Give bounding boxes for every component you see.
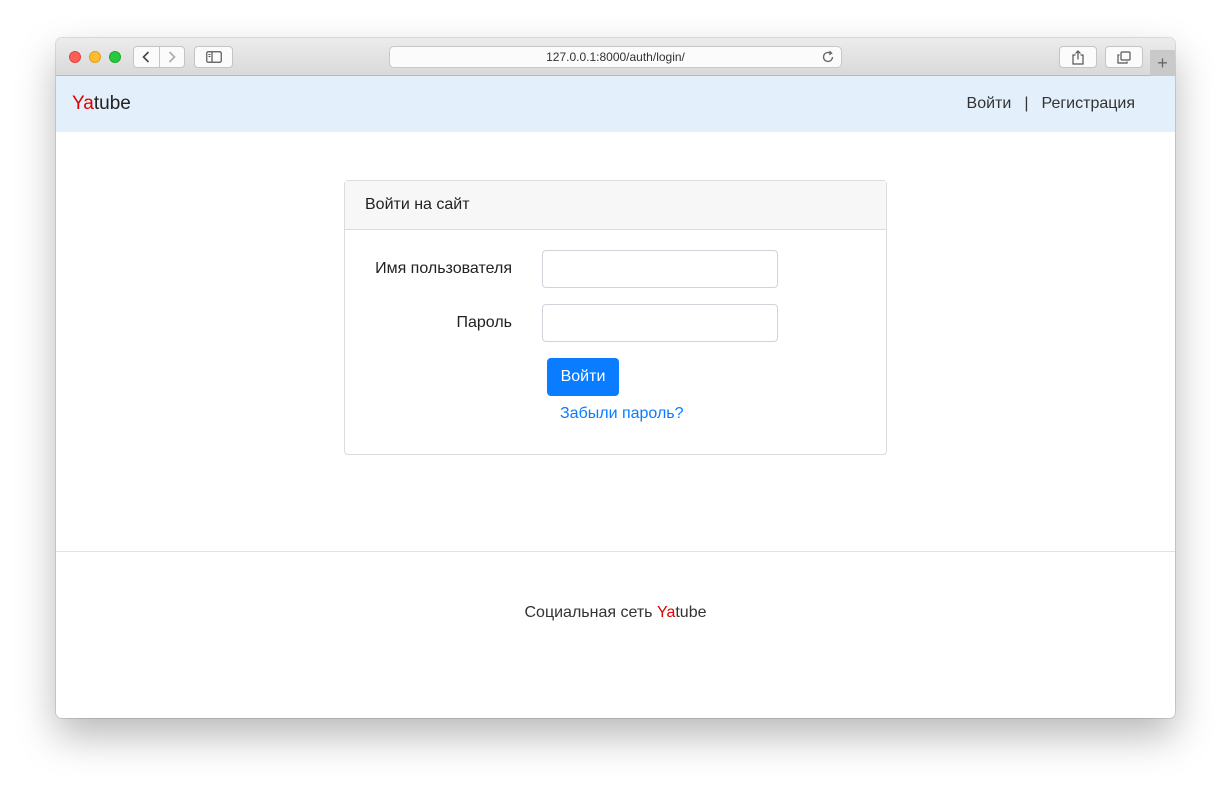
password-input[interactable]	[542, 304, 778, 342]
login-submit-button[interactable]: Войти	[547, 358, 619, 396]
forward-button[interactable]	[158, 47, 185, 67]
password-row: Пароль	[345, 304, 886, 342]
username-label: Имя пользователя	[375, 260, 512, 277]
footer-prefix: Социальная сеть	[524, 604, 657, 621]
login-link[interactable]: Войти	[967, 95, 1012, 113]
site-navbar: Yatube Войти | Регистрация	[56, 76, 1175, 132]
browser-toolbar: 127.0.0.1:8000/auth/login/ +	[56, 38, 1175, 76]
share-icon	[1072, 49, 1084, 65]
reload-icon[interactable]	[821, 50, 835, 64]
chevron-right-icon	[168, 51, 176, 63]
url-text: 127.0.0.1:8000/auth/login/	[546, 50, 685, 64]
login-card-title: Войти на сайт	[345, 181, 886, 230]
close-window-button[interactable]	[69, 51, 81, 63]
password-label: Пароль	[456, 314, 512, 331]
chevron-left-icon	[142, 51, 150, 63]
forgot-password-link[interactable]: Забыли пароль?	[560, 405, 684, 423]
nav-links: Войти | Регистрация	[967, 95, 1135, 113]
web-page: Yatube Войти | Регистрация Войти на сайт…	[56, 76, 1175, 718]
site-footer: Социальная сеть Yatube	[56, 551, 1175, 718]
history-navigation	[133, 46, 185, 68]
back-button[interactable]	[134, 47, 159, 67]
site-logo[interactable]: Yatube	[72, 93, 131, 115]
new-tab-button[interactable]: +	[1150, 50, 1175, 76]
tabs-overview-icon	[1117, 50, 1131, 64]
footer-text: Социальная сеть Yatube	[56, 604, 1175, 622]
show-tabs-button[interactable]	[1105, 46, 1143, 68]
zoom-window-button[interactable]	[109, 51, 121, 63]
browser-window: 127.0.0.1:8000/auth/login/ + Yatube Войт…	[56, 38, 1175, 718]
footer-brand-tube: tube	[675, 604, 707, 621]
logo-ya: Ya	[72, 93, 94, 114]
nav-separator: |	[1024, 95, 1029, 112]
username-row: Имя пользователя	[345, 250, 886, 288]
footer-brand-ya: Ya	[656, 604, 676, 621]
address-bar[interactable]: 127.0.0.1:8000/auth/login/	[389, 46, 842, 68]
register-link[interactable]: Регистрация	[1041, 95, 1135, 113]
sidebar-toggle-button[interactable]	[194, 46, 233, 68]
logo-tube: tube	[93, 93, 131, 114]
share-button[interactable]	[1059, 46, 1097, 68]
username-input[interactable]	[542, 250, 778, 288]
minimize-window-button[interactable]	[89, 51, 101, 63]
sidebar-icon	[205, 51, 222, 63]
login-card: Войти на сайт Имя пользователя Пароль Во…	[344, 180, 887, 455]
